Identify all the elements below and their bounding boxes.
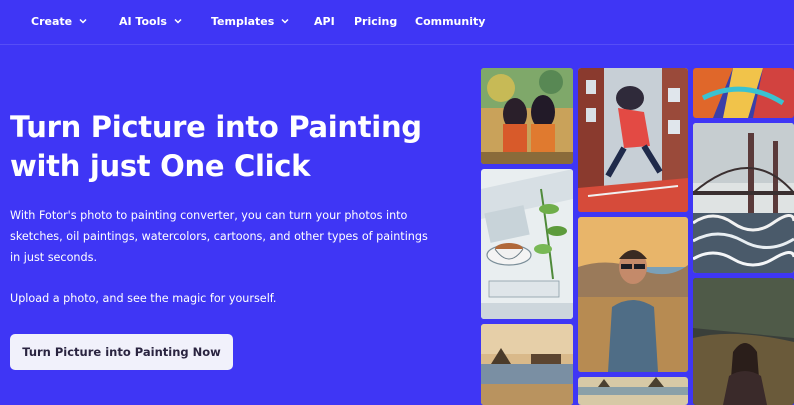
nav-community[interactable]: Community xyxy=(415,13,485,29)
nav-pricing[interactable]: Pricing xyxy=(354,13,397,29)
hero-upload-text: Upload a photo, and see the magic for yo… xyxy=(10,292,277,305)
nav-ai-tools[interactable]: AI Tools xyxy=(119,13,183,29)
nav-pricing-label: Pricing xyxy=(354,14,398,28)
top-nav: Create AI Tools Templates API Pricing Co… xyxy=(0,0,794,45)
nav-community-label: Community xyxy=(415,14,486,28)
harbor-sketch-tile xyxy=(481,324,573,405)
woman-night-painting-tile xyxy=(693,278,794,405)
nav-templates[interactable]: Templates xyxy=(211,13,290,29)
nav-api[interactable]: API xyxy=(314,13,335,29)
nav-create-label: Create xyxy=(31,14,73,28)
man-sunglasses-painting-tile xyxy=(578,217,688,372)
coffee-sketch-tile xyxy=(481,169,573,319)
coast-painting-tile xyxy=(578,377,688,405)
two-girls-painting-tile xyxy=(481,68,573,164)
nav-create[interactable]: Create xyxy=(31,13,88,29)
chevron-down-icon xyxy=(281,18,289,24)
turn-picture-into-painting-button[interactable]: Turn Picture into Painting Now xyxy=(10,334,233,370)
nav-ai-tools-label: AI Tools xyxy=(119,14,167,28)
nav-templates-label: Templates xyxy=(211,14,275,28)
page-title: Turn Picture into Painting with just One… xyxy=(10,108,460,186)
chevron-down-icon xyxy=(174,18,182,24)
hero-description: With Fotor's photo to painting converter… xyxy=(10,209,428,264)
page-title-line1: Turn Picture into Painting xyxy=(10,110,422,144)
nav-api-label: API xyxy=(314,14,335,28)
painting-gallery xyxy=(481,68,794,405)
skater-city-painting-tile xyxy=(578,68,688,212)
chevron-down-icon xyxy=(79,18,87,24)
page-title-line2: with just One Click xyxy=(10,149,311,183)
abstract-colors-tile xyxy=(693,68,794,118)
golden-gate-painting-tile xyxy=(693,123,794,273)
